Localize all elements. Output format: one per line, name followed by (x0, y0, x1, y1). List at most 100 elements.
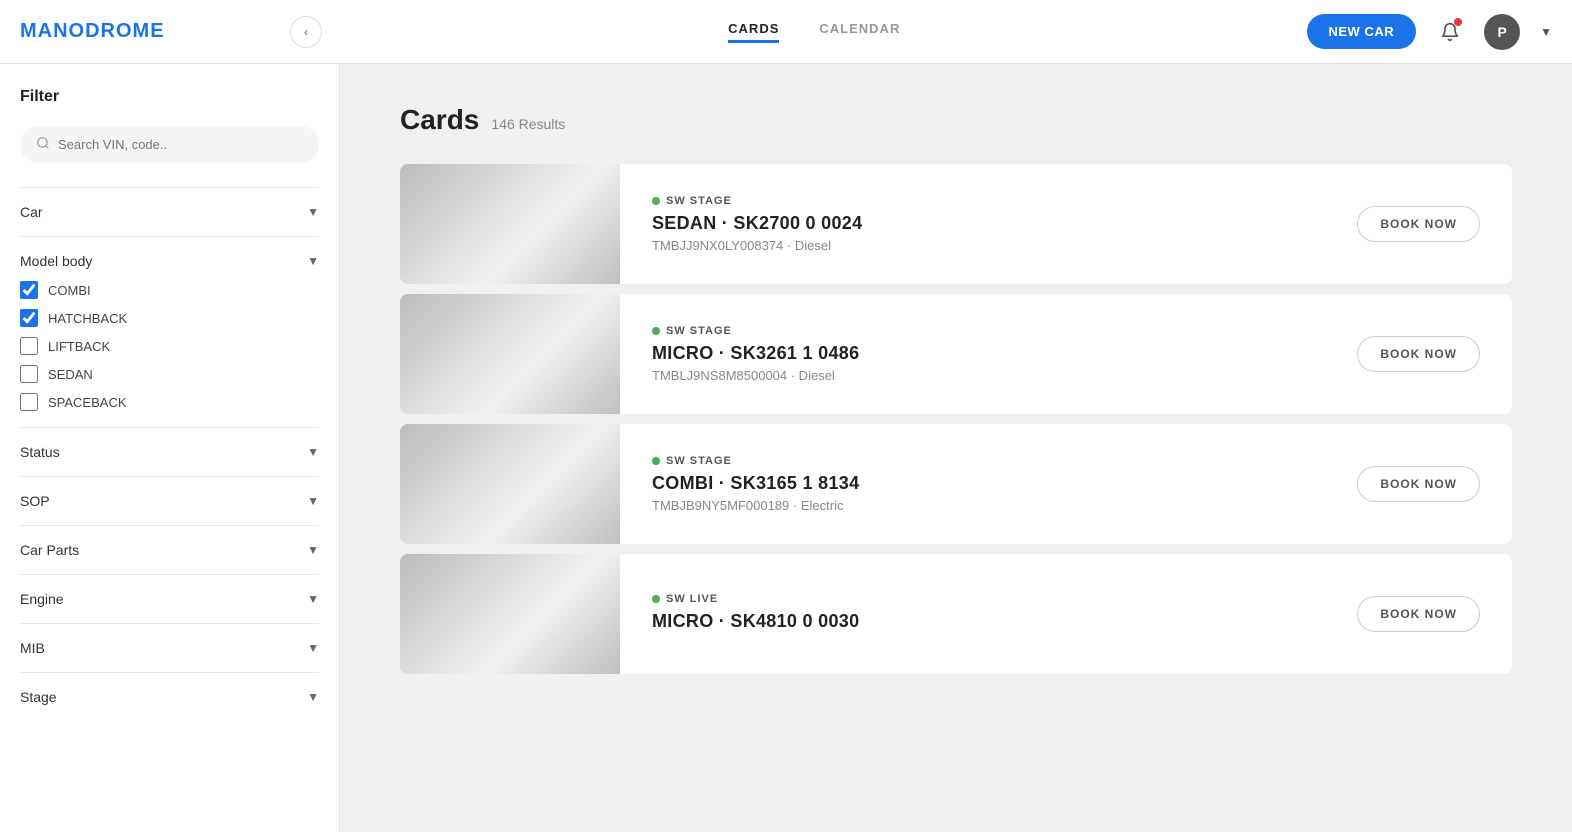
car-card-1-body: SW STAGE SEDAN · SK2700 0 0024 TMBJJ9NX0… (620, 175, 1325, 273)
stage-dot-green (652, 197, 660, 205)
tab-calendar[interactable]: CALENDAR (819, 21, 900, 43)
chevron-down-icon: ▼ (307, 543, 319, 557)
header: MANODROME ‹ CARDS CALENDAR NEW CAR P ▼ (0, 0, 1572, 64)
filter-section-stage-header[interactable]: Stage ▼ (20, 689, 319, 705)
filter-section-engine: Engine ▼ (20, 574, 319, 623)
checkbox-liftback[interactable]: LIFTBACK (20, 337, 319, 355)
filter-section-sop-header[interactable]: SOP ▼ (20, 493, 319, 509)
checkbox-spaceback-label: SPACEBACK (48, 395, 127, 410)
chevron-down-icon: ▼ (307, 254, 319, 268)
filter-section-mib-label: MIB (20, 640, 45, 656)
car-card-4: SW LIVE MICRO · SK4810 0 0030 BOOK NOW (400, 554, 1512, 674)
avatar-chevron-icon[interactable]: ▼ (1540, 25, 1552, 39)
filter-section-stage: Stage ▼ (20, 672, 319, 721)
car-card-2-name: MICRO · SK3261 1 0486 (652, 343, 1293, 364)
filter-section-status-label: Status (20, 444, 60, 460)
checkbox-spaceback-input[interactable] (20, 393, 38, 411)
model-body-list: COMBI HATCHBACK LIFTBACK SEDAN SPACEBACK (20, 281, 319, 411)
car-card-3-name: COMBI · SK3165 1 8134 (652, 473, 1293, 494)
filter-section-car-header[interactable]: Car ▼ (20, 204, 319, 220)
car-card-1-vin: TMBJJ9NX0LY008374 · Diesel (652, 238, 1293, 253)
car-card-4-body: SW LIVE MICRO · SK4810 0 0030 (620, 573, 1325, 656)
filter-section-mib-header[interactable]: MIB ▼ (20, 640, 319, 656)
sidebar: Filter Car ▼ Model body ▼ (0, 64, 340, 832)
car-card-1-name: SEDAN · SK2700 0 0024 (652, 213, 1293, 234)
search-icon (36, 136, 50, 153)
notification-badge (1454, 18, 1462, 26)
new-car-button[interactable]: NEW CAR (1307, 14, 1417, 49)
filter-section-sop-label: SOP (20, 493, 50, 509)
checkbox-sedan-label: SEDAN (48, 367, 93, 382)
chevron-down-icon: ▼ (307, 445, 319, 459)
filter-section-engine-label: Engine (20, 591, 64, 607)
checkbox-combi-label: COMBI (48, 283, 91, 298)
sidebar-collapse-button[interactable]: ‹ (290, 16, 322, 48)
checkbox-liftback-label: LIFTBACK (48, 339, 110, 354)
car-card-2-vin: TMBLJ9NS8M8500004 · Diesel (652, 368, 1293, 383)
car-card-3-stage: SW STAGE (652, 455, 1293, 467)
filter-section-status-header[interactable]: Status ▼ (20, 444, 319, 460)
checkbox-sedan[interactable]: SEDAN (20, 365, 319, 383)
logo: MANODROME (20, 20, 280, 43)
avatar[interactable]: P (1484, 14, 1520, 50)
filter-section-car-parts-header[interactable]: Car Parts ▼ (20, 542, 319, 558)
filter-section-stage-label: Stage (20, 689, 57, 705)
car-card-4-stage-label: SW LIVE (666, 593, 718, 605)
book-now-button-3[interactable]: BOOK NOW (1357, 466, 1480, 502)
filter-section-engine-header[interactable]: Engine ▼ (20, 591, 319, 607)
filter-section-model-body: Model body ▼ COMBI HATCHBACK LIFTBACK (20, 236, 319, 427)
car-card-1-stage: SW STAGE (652, 195, 1293, 207)
checkbox-sedan-input[interactable] (20, 365, 38, 383)
main-layout: Filter Car ▼ Model body ▼ (0, 64, 1572, 832)
checkbox-combi[interactable]: COMBI (20, 281, 319, 299)
notifications-button[interactable] (1432, 14, 1468, 50)
checkbox-hatchback-input[interactable] (20, 309, 38, 327)
car-card-2: SW STAGE MICRO · SK3261 1 0486 TMBLJ9NS8… (400, 294, 1512, 414)
car-card-1-action: BOOK NOW (1325, 206, 1512, 242)
filter-section-car-label: Car (20, 204, 43, 220)
card-list: SW STAGE SEDAN · SK2700 0 0024 TMBJJ9NX0… (400, 164, 1512, 682)
car-card-2-body: SW STAGE MICRO · SK3261 1 0486 TMBLJ9NS8… (620, 305, 1325, 403)
car-illustration-micro (430, 314, 590, 394)
chevron-down-icon: ▼ (307, 494, 319, 508)
main-nav: CARDS CALENDAR (322, 21, 1307, 43)
car-image-combi (400, 424, 620, 544)
checkbox-combi-input[interactable] (20, 281, 38, 299)
car-illustration-sedan (430, 184, 590, 264)
car-card-4-stage: SW LIVE (652, 593, 1293, 605)
car-card-3-vin: TMBJB9NY5MF000189 · Electric (652, 498, 1293, 513)
content-area: Cards 146 Results (340, 64, 1572, 832)
car-card-3-action: BOOK NOW (1325, 466, 1512, 502)
book-now-button-2[interactable]: BOOK NOW (1357, 336, 1480, 372)
checkbox-hatchback-label: HATCHBACK (48, 311, 127, 326)
book-now-button-4[interactable]: BOOK NOW (1357, 596, 1480, 632)
filter-section-car-parts: Car Parts ▼ (20, 525, 319, 574)
chevron-down-icon: ▼ (307, 205, 319, 219)
car-card-1-stage-label: SW STAGE (666, 195, 732, 207)
checkbox-spaceback[interactable]: SPACEBACK (20, 393, 319, 411)
filter-section-mib: MIB ▼ (20, 623, 319, 672)
stage-dot-green-2 (652, 327, 660, 335)
tab-cards[interactable]: CARDS (728, 21, 779, 43)
filter-section-model-body-header[interactable]: Model body ▼ (20, 253, 319, 269)
checkbox-liftback-input[interactable] (20, 337, 38, 355)
car-card-2-action: BOOK NOW (1325, 336, 1512, 372)
car-card-3-body: SW STAGE COMBI · SK3165 1 8134 TMBJB9NY5… (620, 435, 1325, 533)
checkbox-hatchback[interactable]: HATCHBACK (20, 309, 319, 327)
chevron-down-icon: ▼ (307, 592, 319, 606)
filter-section-status: Status ▼ (20, 427, 319, 476)
car-image-micro2 (400, 554, 620, 674)
search-input[interactable] (58, 137, 303, 152)
car-card-2-stage-label: SW STAGE (666, 325, 732, 337)
stage-dot-green-4 (652, 595, 660, 603)
chevron-down-icon: ▼ (307, 690, 319, 704)
car-image-micro (400, 294, 620, 414)
filter-section-sop: SOP ▼ (20, 476, 319, 525)
header-actions: NEW CAR P ▼ (1307, 14, 1553, 50)
car-card-4-action: BOOK NOW (1325, 596, 1512, 632)
car-card-1: SW STAGE SEDAN · SK2700 0 0024 TMBJJ9NX0… (400, 164, 1512, 284)
car-image-sedan (400, 164, 620, 284)
book-now-button-1[interactable]: BOOK NOW (1357, 206, 1480, 242)
car-card-4-name: MICRO · SK4810 0 0030 (652, 611, 1293, 632)
car-card-2-stage: SW STAGE (652, 325, 1293, 337)
